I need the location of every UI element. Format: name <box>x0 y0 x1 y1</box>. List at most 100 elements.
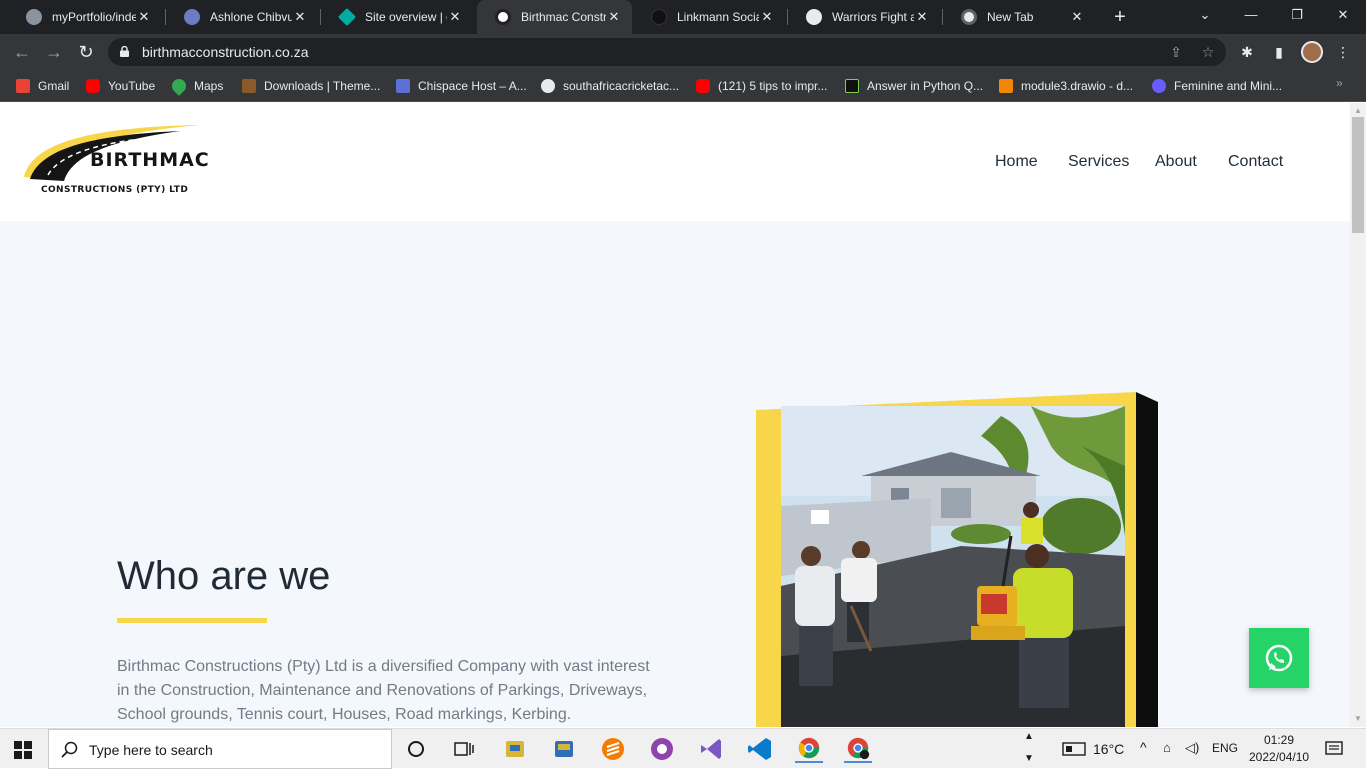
extensions-icon[interactable]: ✱ <box>1237 42 1257 62</box>
volume-icon[interactable]: ◁) <box>1185 740 1199 756</box>
profile-avatar[interactable] <box>1301 41 1323 63</box>
minimize-button[interactable]: — <box>1228 0 1274 34</box>
logo-name: BIRTHMAC <box>90 149 210 171</box>
logo-subtitle: CONSTRUCTIONS (PTY) LTD <box>41 185 189 195</box>
close-window-button[interactable]: ✕ <box>1320 0 1366 34</box>
browser-tab[interactable]: Warriors Fight an ✕ <box>788 0 940 34</box>
chrome-taskbar-icon[interactable] <box>795 735 823 763</box>
youtube-icon <box>696 79 710 93</box>
bookmark-label: Downloads | Theme... <box>264 79 381 93</box>
nav-contact[interactable]: Contact <box>1228 153 1283 171</box>
scroll-up-icon[interactable]: ▲ <box>1353 106 1363 116</box>
github-icon <box>26 9 42 25</box>
clock-time[interactable]: 01:29 <box>1264 733 1294 747</box>
close-icon[interactable]: ✕ <box>136 9 152 25</box>
whatsapp-icon <box>1265 644 1293 672</box>
bookmark-downloads[interactable]: Downloads | Theme... <box>242 76 380 96</box>
windows-start-icon[interactable] <box>14 741 32 759</box>
bookmark-label: Answer in Python Q... <box>867 79 984 93</box>
notifications-icon[interactable] <box>1325 741 1343 757</box>
bookmark-label: Chispace Host – A... <box>418 79 527 93</box>
side-panel-icon[interactable]: ▮ <box>1269 42 1289 62</box>
close-icon[interactable]: ✕ <box>1069 9 1085 25</box>
scroll-thumb[interactable] <box>1352 117 1364 233</box>
browser-tab[interactable]: myPortfolio/index ✕ <box>8 0 162 34</box>
search-placeholder: Type here to search <box>89 742 213 758</box>
clock-date[interactable]: 2022/04/10 <box>1249 750 1309 764</box>
chrome-profile-icon[interactable] <box>844 735 872 763</box>
bookmark-cricket[interactable]: southafricacricketac... <box>541 76 679 96</box>
webpage: BIRTHMAC CONSTRUCTIONS (PTY) LTD Home Se… <box>0 103 1350 727</box>
more-bookmarks-icon[interactable]: » <box>1336 76 1343 90</box>
bookmark-label: Gmail <box>38 79 70 93</box>
browser-tab[interactable]: Site overview | dr ✕ <box>321 0 473 34</box>
taskbar-search-box[interactable]: Type here to search <box>48 729 392 769</box>
bookmark-feminine[interactable]: Feminine and Mini... <box>1152 76 1282 96</box>
close-icon[interactable]: ✕ <box>606 9 622 25</box>
weather-icon[interactable] <box>1062 741 1086 757</box>
menu-icon[interactable]: ⋮ <box>1333 42 1353 62</box>
bookmark-youtube[interactable]: YouTube <box>86 76 155 96</box>
tab-search-icon[interactable]: ⌄ <box>1182 0 1228 34</box>
github-desktop-icon[interactable] <box>648 735 676 763</box>
close-icon[interactable]: ✕ <box>759 9 775 25</box>
close-icon[interactable]: ✕ <box>914 9 930 25</box>
bookmark-5-tips[interactable]: (121) 5 tips to impr... <box>696 76 827 96</box>
chrome-icon <box>961 9 977 25</box>
close-icon[interactable]: ✕ <box>292 9 308 25</box>
cortana-icon[interactable] <box>402 735 430 763</box>
network-app-icon[interactable] <box>550 735 578 763</box>
browser-tab[interactable]: Ashlone Chibvuri ✕ <box>166 0 318 34</box>
restore-button[interactable]: ❐ <box>1274 0 1320 34</box>
bookmark-python[interactable]: Answer in Python Q... <box>845 76 983 96</box>
address-bar[interactable]: birthmacconstruction.co.za ⇪ ☆ <box>108 38 1226 66</box>
linkmann-icon <box>651 9 667 25</box>
bookmark-chispace[interactable]: Chispace Host – A... <box>396 76 527 96</box>
search-icon <box>61 741 78 758</box>
weather-temp[interactable]: 16°C <box>1093 741 1124 757</box>
whatsapp-button[interactable] <box>1249 628 1309 688</box>
new-tab-button[interactable]: + <box>1108 5 1132 29</box>
tool-app-icon[interactable] <box>501 735 529 763</box>
site-icon <box>184 9 200 25</box>
scroll-down-icon[interactable]: ▼ <box>1353 714 1363 724</box>
back-icon[interactable]: ← <box>8 38 36 66</box>
nav-services[interactable]: Services <box>1068 153 1129 171</box>
section-body: Birthmac Constructions (Pty) Ltd is a di… <box>117 658 650 723</box>
browser-tab[interactable]: New Tab ✕ <box>943 0 1095 34</box>
forward-icon[interactable]: → <box>40 38 68 66</box>
bookmark-label: YouTube <box>108 79 156 93</box>
youtube-icon <box>86 79 100 93</box>
bookmark-gmail[interactable]: Gmail <box>16 76 69 96</box>
browser-tab[interactable]: Linkmann Social ✕ <box>633 0 785 34</box>
url-text: birthmacconstruction.co.za <box>142 44 309 60</box>
birthmac-icon <box>495 9 511 25</box>
chevron-up-icon[interactable]: ^ <box>1140 739 1147 755</box>
bookmarks-bar: Gmail YouTube Maps Downloads | Theme... … <box>0 70 1366 102</box>
bookmark-maps[interactable]: Maps <box>169 76 223 96</box>
nav-home[interactable]: Home <box>995 153 1038 171</box>
task-view-icon[interactable] <box>450 735 478 763</box>
bookmark-drawio[interactable]: module3.drawio - d... <box>999 76 1133 96</box>
close-icon[interactable]: ✕ <box>447 9 463 25</box>
visual-studio-icon[interactable] <box>697 735 725 763</box>
tray-scroll-up-icon[interactable]: ▲ <box>1024 731 1034 742</box>
lock-icon <box>120 46 129 57</box>
nav-about[interactable]: About <box>1155 153 1197 171</box>
sublime-icon[interactable] <box>599 735 627 763</box>
share-icon[interactable]: ⇪ <box>1167 44 1185 60</box>
logo[interactable]: BIRTHMAC CONSTRUCTIONS (PTY) LTD <box>20 123 220 199</box>
bookmark-star-icon[interactable]: ☆ <box>1199 44 1217 60</box>
bookmark-label: (121) 5 tips to impr... <box>718 79 828 93</box>
browser-tab-strip: myPortfolio/index ✕ Ashlone Chibvuri ✕ S… <box>0 0 1366 34</box>
page-scrollbar[interactable]: ▲ ▼ <box>1350 103 1366 727</box>
tray-scroll-down-icon[interactable]: ▼ <box>1024 753 1034 764</box>
vscode-icon[interactable] <box>746 735 774 763</box>
language-indicator[interactable]: ENG <box>1212 741 1238 755</box>
maps-pin-icon <box>169 76 189 96</box>
reload-icon[interactable]: ↻ <box>72 38 100 66</box>
tab-title: Birthmac Constru <box>521 10 606 24</box>
network-icon[interactable]: ⌂ <box>1163 740 1171 755</box>
browser-tab-active[interactable]: Birthmac Constru ✕ <box>477 0 632 34</box>
tab-title: Linkmann Social <box>677 10 759 24</box>
